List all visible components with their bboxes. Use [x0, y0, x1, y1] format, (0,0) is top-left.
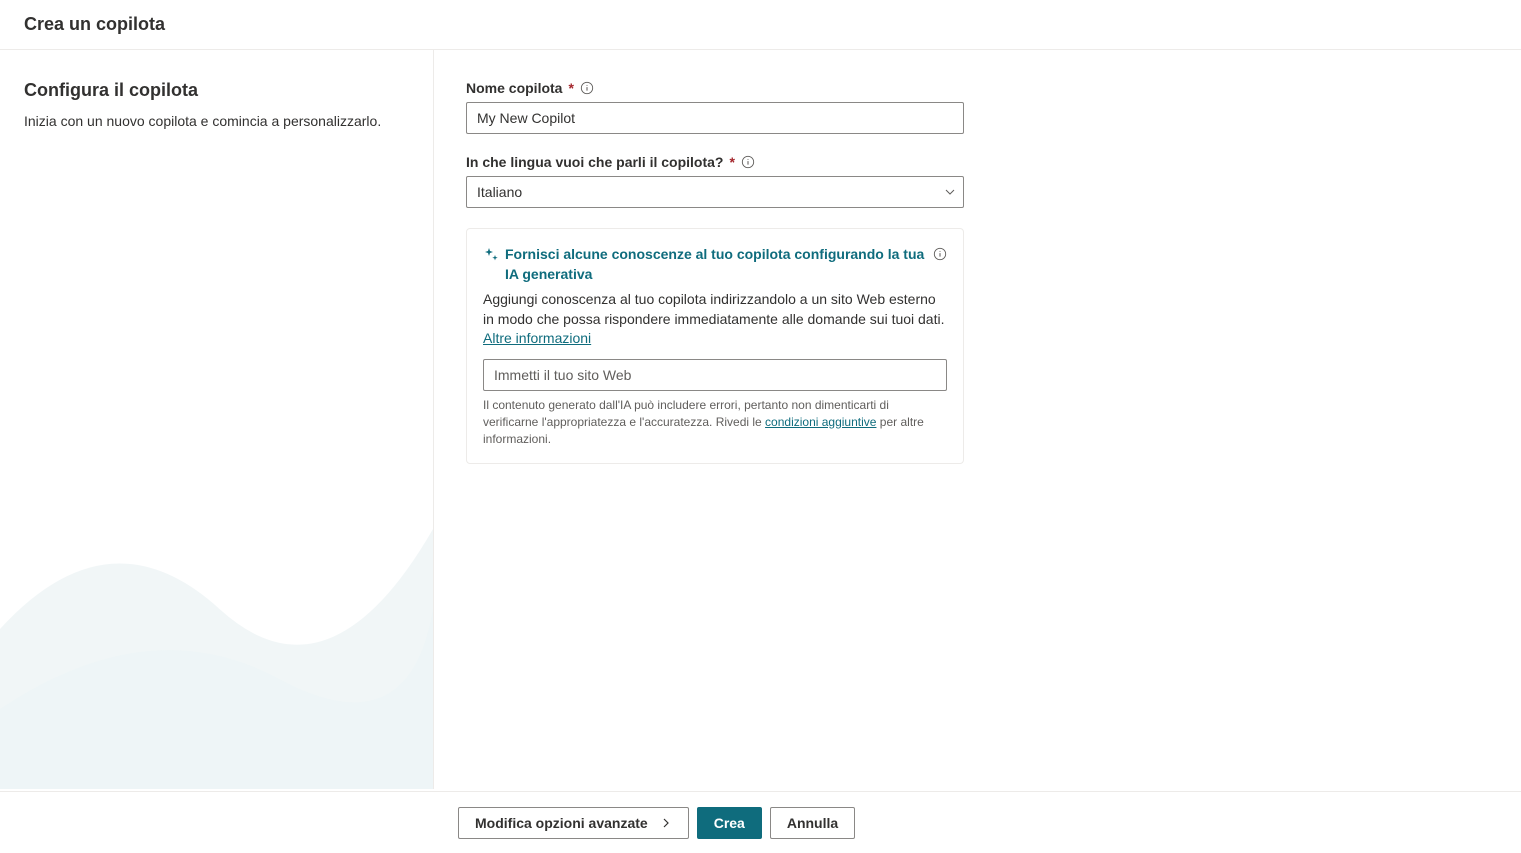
copilot-name-input[interactable] — [466, 102, 964, 134]
lang-label: In che lingua vuoi che parli il copilota… — [466, 154, 1491, 170]
cancel-button[interactable]: Annulla — [770, 807, 855, 839]
sparkle-icon — [483, 247, 499, 263]
sidebar-title: Configura il copilota — [24, 80, 409, 101]
required-asterisk: * — [568, 80, 573, 96]
sidebar: Configura il copilota Inizia con un nuov… — [0, 50, 434, 789]
website-url-input[interactable] — [483, 359, 947, 391]
create-button[interactable]: Crea — [697, 807, 762, 839]
page-title: Crea un copilota — [24, 14, 1497, 35]
advanced-options-button[interactable]: Modifica opzioni avanzate — [458, 807, 689, 839]
generative-ai-box: Fornisci alcune conoscenze al tuo copilo… — [466, 228, 964, 464]
language-select-wrap: Italiano — [466, 176, 964, 208]
language-selected-value: Italiano — [477, 184, 522, 200]
lang-field-group: In che lingua vuoi che parli il copilota… — [466, 154, 1491, 208]
lang-label-text: In che lingua vuoi che parli il copilota… — [466, 154, 723, 170]
ai-box-description: Aggiungi conoscenza al tuo copilota indi… — [483, 290, 947, 349]
create-button-label: Crea — [714, 815, 745, 831]
info-icon[interactable] — [580, 81, 594, 95]
ai-box-title: Fornisci alcune conoscenze al tuo copilo… — [505, 245, 927, 284]
ai-disclaimer: Il contenuto generato dall'IA può includ… — [483, 397, 947, 447]
wave-decoration — [0, 429, 433, 789]
main-content: Nome copilota * In che lingua vuoi che p… — [434, 50, 1521, 789]
name-label-text: Nome copilota — [466, 80, 562, 96]
ai-box-header: Fornisci alcune conoscenze al tuo copilo… — [483, 245, 947, 284]
info-icon[interactable] — [741, 155, 755, 169]
sidebar-description: Inizia con un nuovo copilota e comincia … — [24, 113, 409, 129]
advanced-options-label: Modifica opzioni avanzate — [475, 815, 648, 831]
footer-toolbar: Modifica opzioni avanzate Crea Annulla — [0, 791, 1521, 853]
language-select[interactable]: Italiano — [466, 176, 964, 208]
chevron-right-icon — [660, 817, 672, 829]
name-field-group: Nome copilota * — [466, 80, 1491, 134]
additional-terms-link[interactable]: condizioni aggiuntive — [765, 415, 876, 429]
more-info-link[interactable]: Altre informazioni — [483, 330, 591, 346]
ai-desc-text: Aggiungi conoscenza al tuo copilota indi… — [483, 291, 945, 327]
required-asterisk: * — [729, 154, 734, 170]
cancel-button-label: Annulla — [787, 815, 838, 831]
info-icon[interactable] — [933, 247, 947, 261]
content-wrap: Configura il copilota Inizia con un nuov… — [0, 50, 1521, 789]
page-header: Crea un copilota — [0, 0, 1521, 50]
name-label: Nome copilota * — [466, 80, 1491, 96]
